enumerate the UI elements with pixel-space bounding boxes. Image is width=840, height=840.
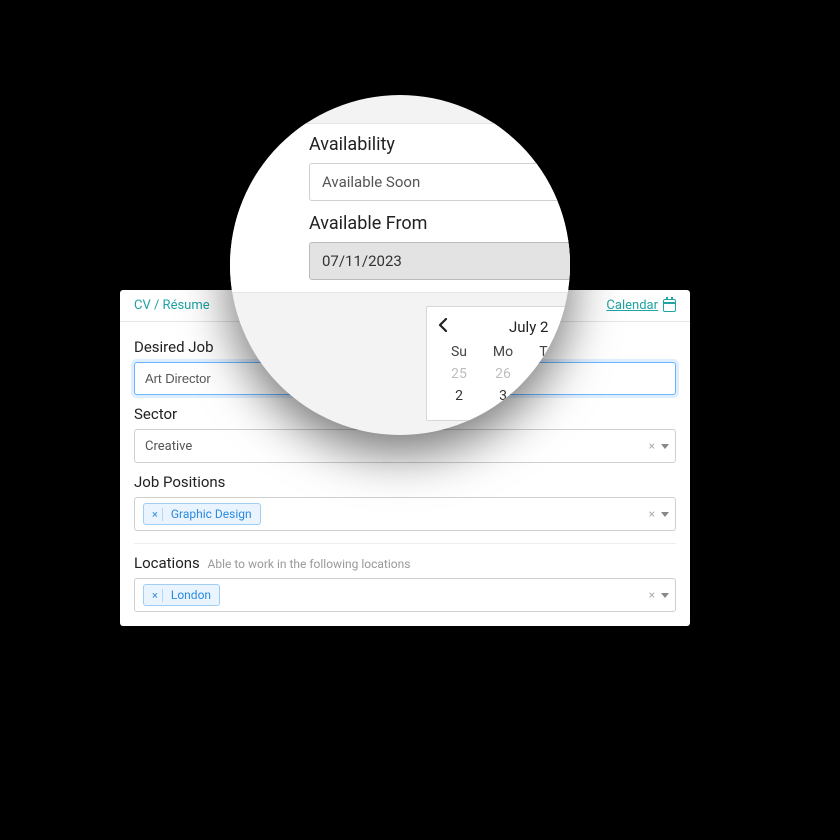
tag-graphic-design: × Graphic Design — [143, 503, 261, 525]
date-picker[interactable]: July 2 Su Mo Tu 25 26 27 2 3 — [426, 306, 570, 421]
tag-london: × London — [143, 584, 220, 606]
picker-month-title: July 2 — [509, 318, 548, 336]
available-from-input[interactable]: 07/11/2023 — [309, 242, 570, 280]
job-positions-clear-icon[interactable]: × — [649, 507, 655, 521]
nav-calendar-label: Calendar — [606, 298, 658, 313]
availability-card: Availability Available Soon Available Fr… — [230, 123, 570, 293]
chevron-down-icon[interactable] — [661, 512, 669, 517]
availability-label: Availability — [230, 134, 570, 163]
dow-mo: Mo — [483, 344, 523, 360]
sector-value: Creative — [145, 439, 192, 454]
day-prev[interactable]: 26 — [483, 366, 523, 382]
nav-calendar[interactable]: Calendar — [606, 298, 676, 313]
prev-month-button[interactable] — [437, 317, 457, 336]
chevron-down-icon[interactable] — [661, 444, 669, 449]
chevron-down-icon[interactable] — [661, 593, 669, 598]
day-prev[interactable]: 27 — [527, 366, 567, 382]
day-cell[interactable] — [527, 388, 567, 404]
nav-cv-resume[interactable]: CV / Résume — [134, 298, 210, 313]
availability-select[interactable]: Available Soon — [309, 163, 570, 201]
job-positions-select[interactable]: × Graphic Design × — [134, 497, 676, 531]
picker-grid: Su Mo Tu 25 26 27 2 3 — [437, 344, 570, 404]
tag-remove-icon[interactable]: × — [152, 589, 163, 602]
locations-sublabel: Able to work in the following locations — [208, 557, 411, 571]
job-positions-label: Job Positions — [134, 473, 676, 491]
chevron-left-icon — [437, 318, 449, 332]
magnifier-lens: Availability Available Soon Available Fr… — [230, 95, 570, 435]
day-prev[interactable]: 25 — [439, 366, 479, 382]
calendar-icon — [663, 299, 676, 312]
tag-label: Graphic Design — [171, 507, 252, 521]
locations-clear-icon[interactable]: × — [649, 588, 655, 602]
locations-select[interactable]: × London × — [134, 578, 676, 612]
locations-label: Locations Able to work in the following … — [134, 554, 676, 572]
divider — [134, 543, 676, 544]
dow-tu: Tu — [527, 344, 567, 360]
tag-remove-icon[interactable]: × — [152, 508, 163, 521]
day-cell[interactable]: 2 — [439, 388, 479, 404]
tag-label: London — [171, 588, 211, 602]
dow-su: Su — [439, 344, 479, 360]
day-cell[interactable]: 3 — [483, 388, 523, 404]
available-from-label: Available From — [230, 213, 570, 242]
sector-clear-icon[interactable]: × — [649, 439, 655, 453]
